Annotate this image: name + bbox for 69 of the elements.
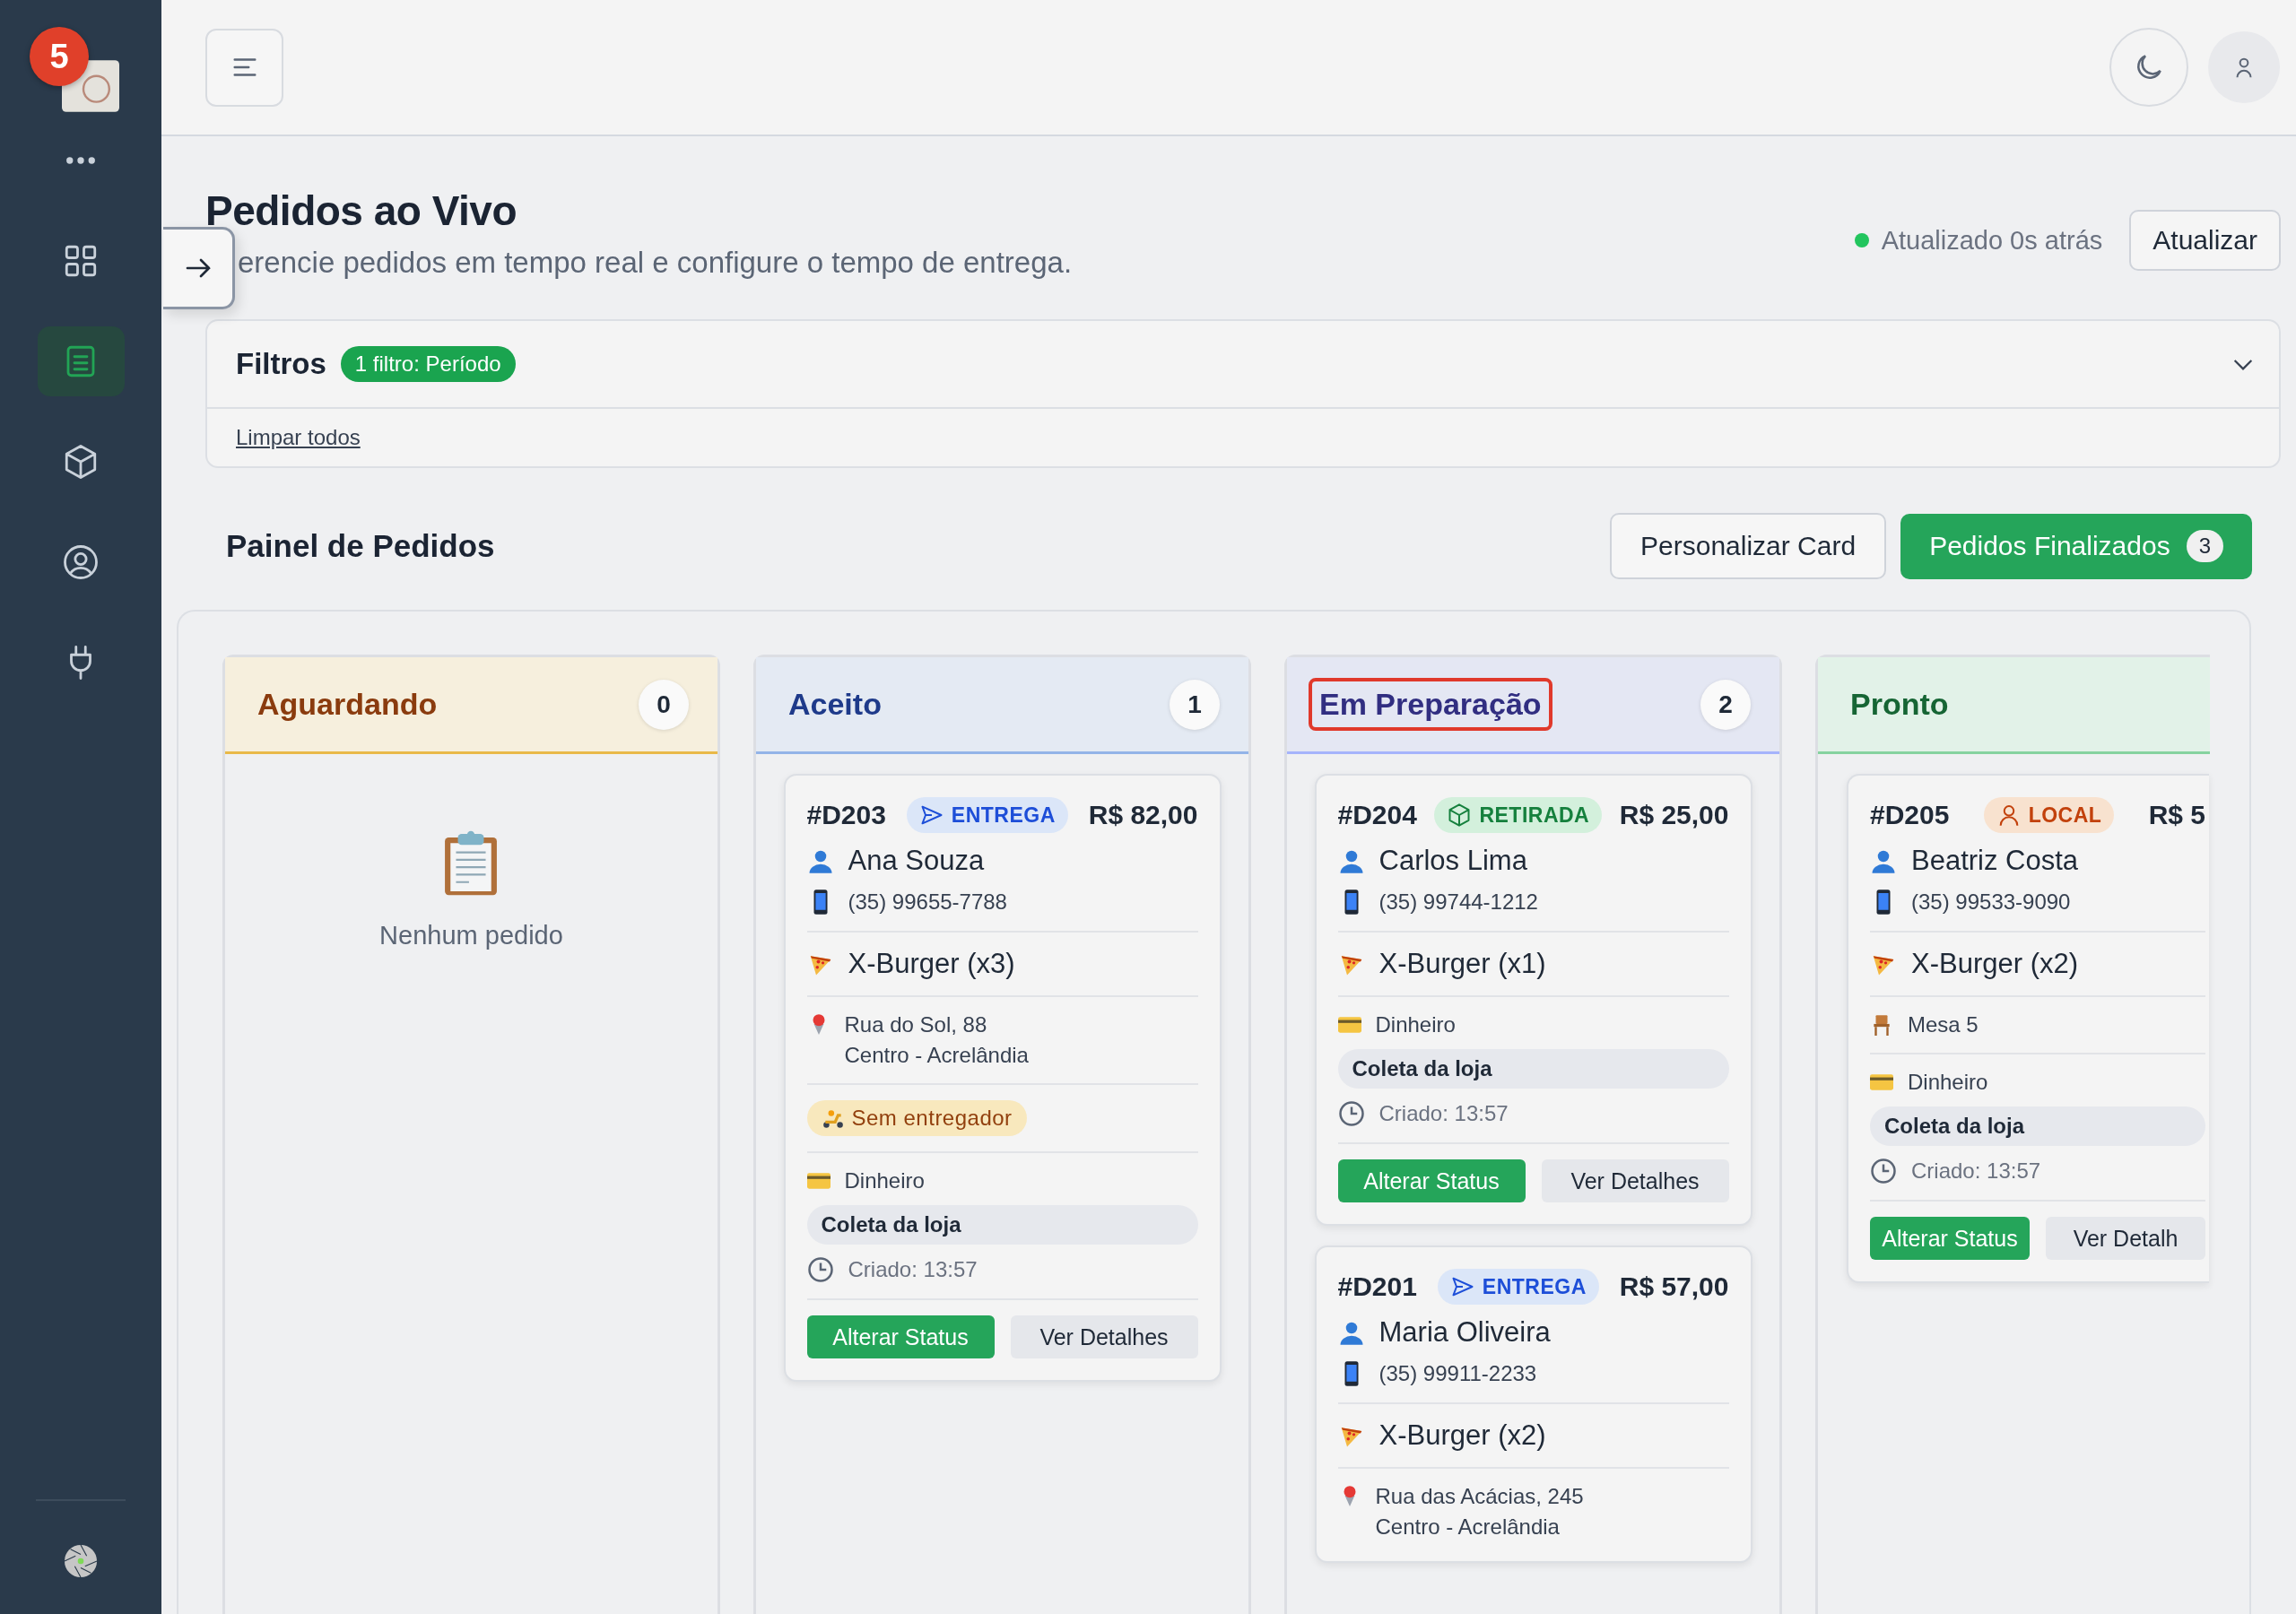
filter-count-badge: 1 filtro: Período [340, 346, 516, 382]
customer-phone: (35) 99911-2233 [1378, 1361, 1537, 1386]
order-id: #D203 [806, 800, 886, 830]
order-type-badge: RETIRADA [1434, 797, 1603, 833]
order-price: R$ 57,00 [1619, 1271, 1729, 1302]
board-title: Painel de Pedidos [226, 528, 495, 564]
address-line: Centro - Acrelândia [1375, 1514, 1561, 1540]
refresh-button[interactable]: Atualizar [2129, 210, 2281, 271]
address-line: Centro - Acrelândia [844, 1043, 1029, 1068]
clock-icon [1870, 1158, 1897, 1184]
order-type-badge: ENTREGA [1437, 1269, 1599, 1305]
column-count: 2 [1700, 679, 1751, 730]
customer-name: Maria Oliveira [1378, 1316, 1551, 1349]
order-price: R$ 25,00 [1619, 800, 1729, 830]
details-button[interactable]: Ver Detalhes [1010, 1315, 1198, 1358]
payment-method: Dinheiro [1375, 1012, 1456, 1037]
column-title: Aguardando [257, 686, 439, 723]
order-id: #D201 [1337, 1271, 1417, 1302]
order-price: R$ 82,00 [1088, 800, 1198, 830]
order-item: X-Burger (x3) [848, 948, 1015, 980]
pickup-tag: Coleta da loja [1870, 1106, 2205, 1146]
customer-name: Beatriz Costa [1911, 845, 2079, 877]
aperture-icon[interactable] [64, 1544, 98, 1578]
address-line: Rua do Sol, 88 [844, 1012, 988, 1037]
created-time: Criado: 13:57 [1378, 1101, 1509, 1126]
orders-icon[interactable] [37, 326, 125, 396]
payment-method: Dinheiro [844, 1168, 925, 1193]
column-count: 0 [639, 679, 689, 730]
payment-method: Dinheiro [1908, 1070, 1988, 1095]
pickup-tag: Coleta da loja [806, 1205, 1198, 1245]
details-button[interactable]: Ver Detalh [2046, 1217, 2205, 1260]
created-time: Criado: 13:57 [848, 1257, 978, 1282]
courier-status-badge: Sem entregador [806, 1100, 1027, 1136]
order-item: X-Burger (x2) [1911, 948, 2079, 980]
page-subtitle: erencie pedidos em tempo real e configure o tempo de entrega. [238, 246, 1074, 280]
customer-phone: (35) 99744-1212 [1378, 889, 1538, 915]
update-status: Atualizado 0s atrás [1881, 225, 2103, 256]
page-title: Pedidos ao Vivo [205, 187, 517, 235]
column-title: Pronto [1849, 686, 1950, 723]
clock-icon [806, 1256, 834, 1283]
filters-title: Filtros [236, 347, 326, 381]
customer-phone: (35) 99655-7788 [848, 889, 1007, 915]
order-item: X-Burger (x1) [1378, 948, 1546, 980]
customer-name: Carlos Lima [1378, 845, 1527, 877]
created-time: Criado: 13:57 [1911, 1158, 2041, 1184]
pickup-tag: Coleta da loja [1337, 1049, 1729, 1089]
order-type-badge: ENTREGA [906, 797, 1068, 833]
column-count: 1 [1170, 679, 1220, 730]
order-price: R$ 5 [2148, 800, 2205, 830]
menu-button[interactable] [205, 28, 283, 107]
address-line: Rua das Acácias, 245 [1375, 1484, 1584, 1509]
customer-name: Ana Souza [848, 845, 985, 877]
live-status-dot [1854, 233, 1869, 247]
order-item: X-Burger (x2) [1378, 1419, 1546, 1452]
customize-card-button[interactable]: Personalizar Card [1610, 513, 1887, 579]
empty-state-text: Nenhum pedido [379, 921, 563, 950]
details-button[interactable]: Ver Detalhes [1541, 1159, 1729, 1202]
clock-icon [1337, 1100, 1365, 1127]
column-title: Em Preparação [1309, 678, 1552, 731]
clear-all-link[interactable]: Limpar todos [236, 425, 361, 449]
finished-orders-button[interactable]: Pedidos Finalizados 3 [1900, 513, 2252, 579]
order-id: #D204 [1337, 800, 1417, 830]
table-number: Mesa 5 [1908, 1012, 1979, 1037]
expand-button[interactable] [163, 227, 235, 309]
order-type-badge: LOCAL [1983, 797, 2115, 833]
order-id: #D205 [1870, 800, 1950, 830]
notification-badge: 5 [30, 27, 89, 86]
customer-phone: (35) 99533-9090 [1911, 889, 2071, 915]
column-title: Aceito [787, 686, 883, 723]
